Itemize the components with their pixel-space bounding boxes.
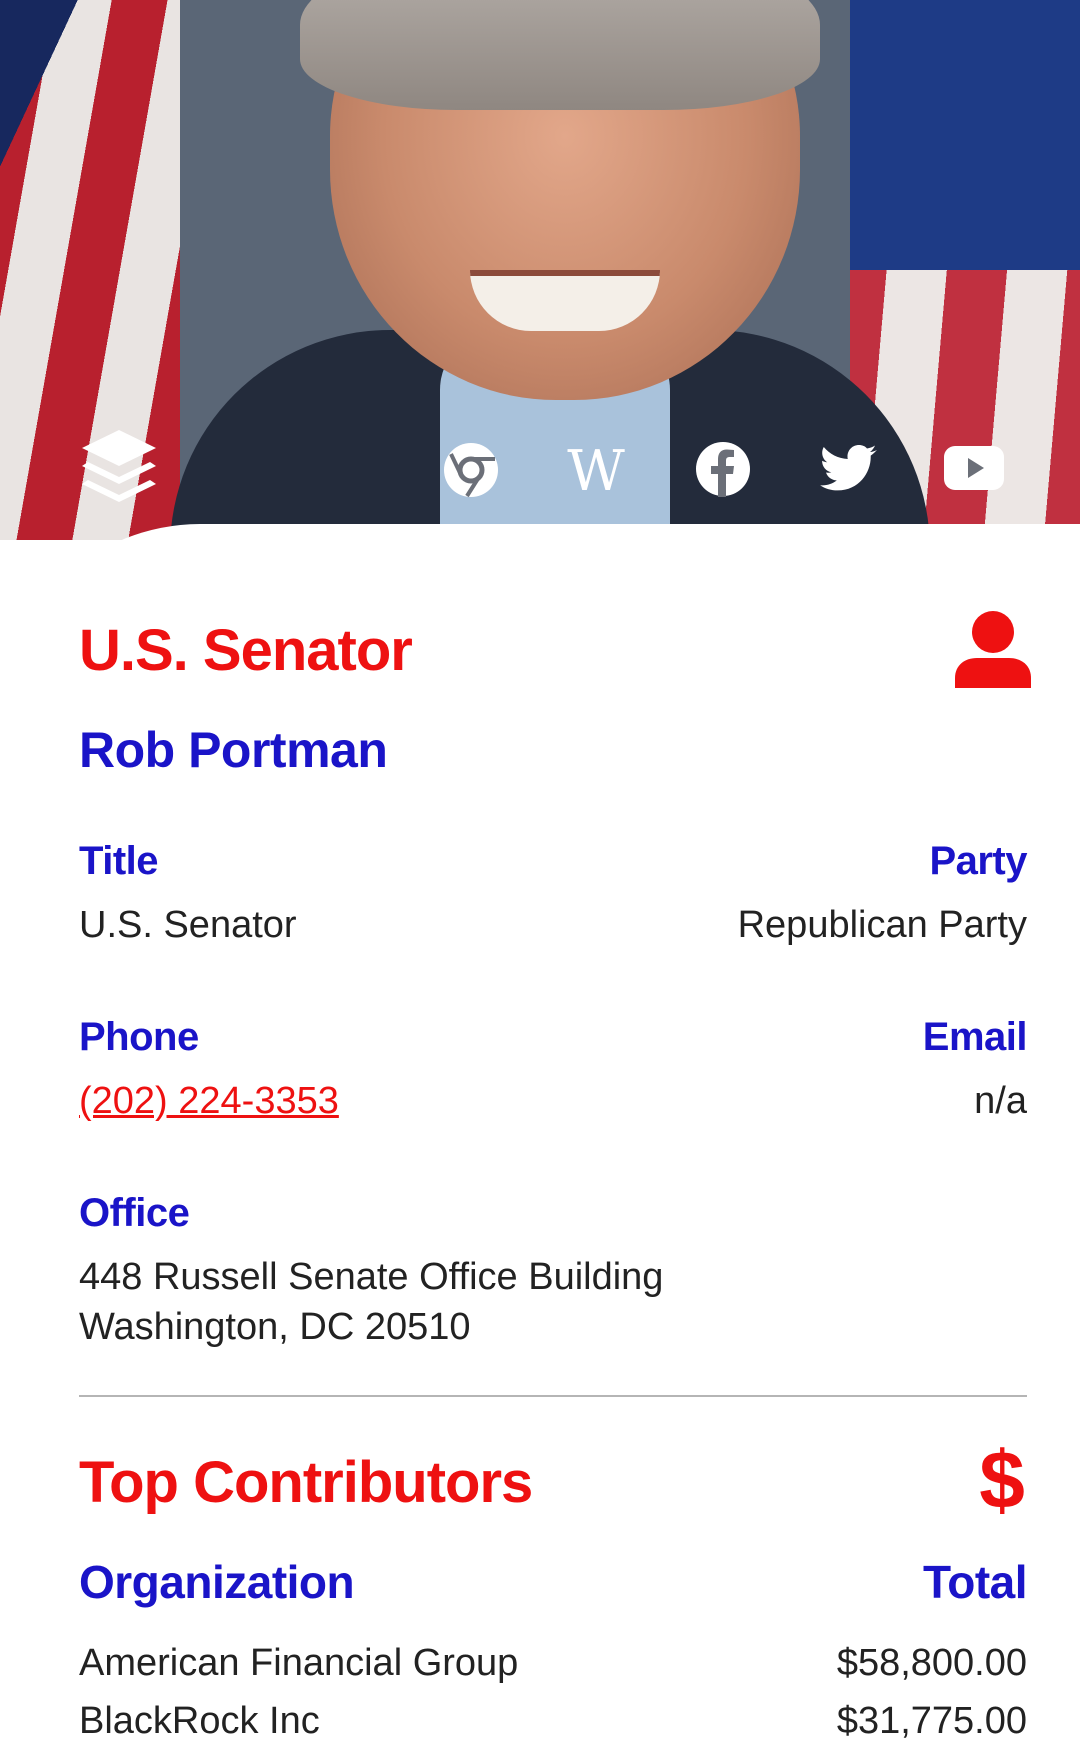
office-line2-row: Washington, DC 20510 bbox=[79, 1302, 1027, 1352]
contributor-organization: BlackRock Inc bbox=[79, 1699, 320, 1742]
organization-column-header: Organization bbox=[79, 1556, 355, 1608]
phone-email-labels: Phone Email bbox=[79, 1012, 1028, 1062]
profile-card: U.S. Senator Rob Portman Title Party U.S… bbox=[0, 524, 1080, 1742]
chrome-icon[interactable] bbox=[443, 442, 499, 498]
title-value: U.S. Senator bbox=[79, 903, 297, 946]
total-column-header: Total bbox=[923, 1556, 1027, 1608]
office-address-line2: Washington, DC 20510 bbox=[79, 1305, 471, 1348]
office-heading-row: U.S. Senator bbox=[79, 610, 1031, 690]
contributors-header-row: Organization Total bbox=[79, 1554, 1027, 1610]
contributors-heading-row: Top Contributors $ bbox=[79, 1442, 1027, 1522]
contributor-total: $58,800.00 bbox=[836, 1641, 1027, 1684]
layers-icon[interactable] bbox=[80, 428, 158, 510]
table-row: BlackRock Inc $31,775.00 bbox=[79, 1696, 1027, 1746]
title-label: Title bbox=[79, 838, 159, 883]
email-label: Email bbox=[922, 1014, 1028, 1059]
title-party-values: U.S. Senator Republican Party bbox=[79, 900, 1027, 950]
person-icon[interactable] bbox=[953, 610, 1033, 690]
office-address-line1: 448 Russell Senate Office Building bbox=[79, 1255, 664, 1298]
svg-text:W: W bbox=[567, 440, 625, 500]
contributor-organization: American Financial Group bbox=[79, 1641, 519, 1684]
office-label-row: Office bbox=[79, 1188, 1027, 1238]
facebook-icon[interactable] bbox=[695, 441, 751, 497]
wikipedia-icon[interactable]: W bbox=[560, 440, 632, 500]
contributor-total: $31,775.00 bbox=[836, 1699, 1027, 1742]
phone-label: Phone bbox=[79, 1014, 199, 1059]
contributors-heading: Top Contributors bbox=[79, 1449, 533, 1515]
twitter-icon[interactable] bbox=[820, 444, 878, 494]
table-row: American Financial Group $58,800.00 bbox=[79, 1638, 1027, 1688]
party-label: Party bbox=[929, 838, 1027, 883]
phone-link[interactable]: (202) 224-3353 bbox=[79, 1080, 339, 1123]
representative-name: Rob Portman bbox=[79, 722, 388, 778]
youtube-icon[interactable] bbox=[944, 446, 1004, 490]
dollar-icon[interactable]: $ bbox=[977, 1442, 1027, 1522]
profile-photo: W bbox=[0, 0, 1080, 540]
name-row: Rob Portman bbox=[79, 720, 1027, 780]
office-label: Office bbox=[79, 1190, 190, 1235]
phone-email-values: (202) 224-3353 n/a bbox=[79, 1076, 1027, 1126]
email-value: n/a bbox=[974, 1079, 1027, 1122]
title-party-labels: Title Party bbox=[79, 836, 1027, 886]
office-heading: U.S. Senator bbox=[79, 617, 413, 683]
office-line1-row: 448 Russell Senate Office Building bbox=[79, 1252, 1027, 1302]
svg-text:$: $ bbox=[979, 1442, 1025, 1522]
section-divider bbox=[79, 1395, 1027, 1397]
party-value: Republican Party bbox=[737, 903, 1027, 946]
